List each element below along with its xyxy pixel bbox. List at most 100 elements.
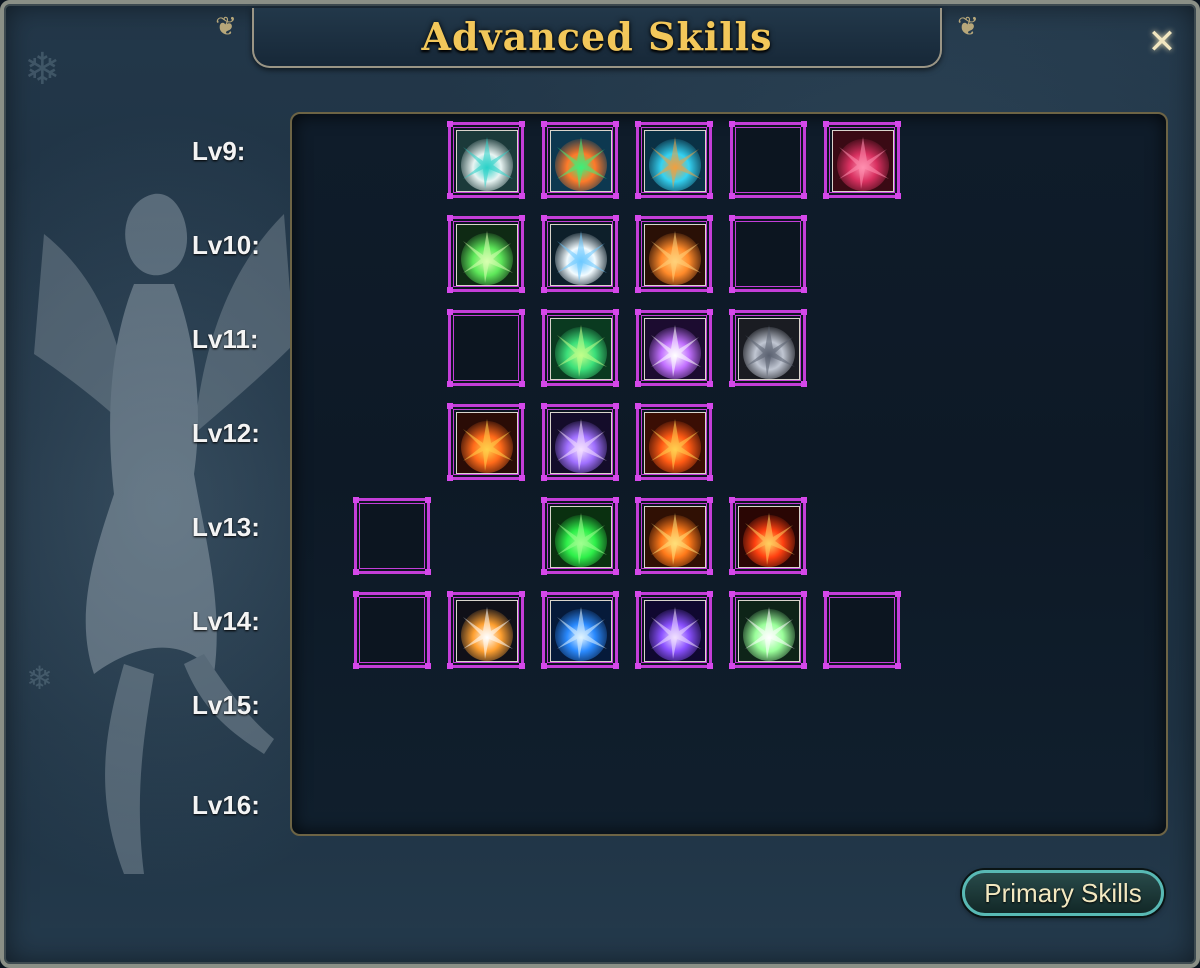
empty-skill-slot[interactable]	[353, 497, 431, 575]
slot-corner	[823, 591, 829, 597]
close-button[interactable]: ✕	[1144, 24, 1180, 60]
slot-corner	[519, 663, 525, 669]
snowflake-decoration: ❄	[24, 44, 61, 95]
blue-flash-skill-icon	[550, 600, 612, 662]
slot-corner	[895, 663, 901, 669]
slot-corner	[707, 475, 713, 481]
skill-slot[interactable]	[541, 497, 619, 575]
rainbow-burst-skill-icon	[550, 130, 612, 192]
slot-corner	[541, 475, 547, 481]
slot-corner	[707, 381, 713, 387]
skill-slot[interactable]	[823, 121, 901, 199]
level-label: Lv12:	[192, 418, 260, 448]
skill-slot[interactable]	[635, 497, 713, 575]
empty-skill-slot[interactable]	[729, 215, 807, 293]
slot-corner	[823, 663, 829, 669]
crimson-thorn-skill-icon	[832, 130, 894, 192]
skill-slot[interactable]	[541, 215, 619, 293]
slot-corner	[613, 381, 619, 387]
slot-corner	[707, 403, 713, 409]
ornament-scroll-icon: ❦	[215, 12, 237, 42]
slot-corner	[613, 663, 619, 669]
slot-corner	[353, 663, 359, 669]
empty-skill-slot[interactable]	[729, 121, 807, 199]
slot-corner	[635, 475, 641, 481]
slot-corner	[519, 215, 525, 221]
slot-corner	[707, 663, 713, 669]
skill-slot[interactable]	[447, 121, 525, 199]
slot-corner	[519, 193, 525, 199]
slot-corner	[519, 287, 525, 293]
slot-corner	[425, 497, 431, 503]
snowflake-decoration: ❄	[26, 659, 53, 697]
skill-slot[interactable]	[541, 403, 619, 481]
skill-slot[interactable]	[635, 403, 713, 481]
slot-corner	[541, 569, 547, 575]
primary-skills-button[interactable]: Primary Skills	[962, 870, 1164, 916]
slot-corner	[707, 215, 713, 221]
slot-corner	[425, 569, 431, 575]
slot-corner	[613, 287, 619, 293]
fire-swirl-skill-icon	[644, 506, 706, 568]
ornament-scroll-icon: ❦	[957, 12, 979, 42]
slot-corner	[707, 309, 713, 315]
skill-slot[interactable]	[635, 591, 713, 669]
slot-corner	[519, 403, 525, 409]
slot-corner	[613, 497, 619, 503]
slot-corner	[801, 287, 807, 293]
slot-corner	[895, 193, 901, 199]
skill-slot[interactable]	[447, 215, 525, 293]
slot-corner	[519, 381, 525, 387]
slot-corner	[541, 497, 547, 503]
skill-slot[interactable]	[729, 497, 807, 575]
slot-corner	[635, 569, 641, 575]
slot-corner	[447, 403, 453, 409]
skill-slot[interactable]	[447, 591, 525, 669]
white-orb-skill-icon	[550, 224, 612, 286]
skill-slot[interactable]	[447, 403, 525, 481]
slot-corner	[801, 193, 807, 199]
slot-corner	[707, 121, 713, 127]
slot-corner	[613, 309, 619, 315]
slot-corner	[823, 121, 829, 127]
slot-corner	[729, 121, 735, 127]
slot-corner	[353, 497, 359, 503]
empty-skill-slot[interactable]	[823, 591, 901, 669]
green-spikes-skill-icon	[456, 224, 518, 286]
slot-corner	[707, 193, 713, 199]
slot-corner	[613, 475, 619, 481]
slot-corner	[635, 121, 641, 127]
slot-corner	[635, 497, 641, 503]
skill-slot[interactable]	[729, 591, 807, 669]
slot-corner	[519, 309, 525, 315]
skill-slot[interactable]	[635, 121, 713, 199]
empty-skill-slot[interactable]	[447, 309, 525, 387]
level-label: Lv16:	[192, 790, 260, 820]
slot-corner	[635, 193, 641, 199]
lava-crack-skill-icon	[738, 506, 800, 568]
level-label: Lv14:	[192, 606, 260, 636]
level-label: Lv9:	[192, 136, 246, 166]
slot-corner	[541, 215, 547, 221]
skill-slot[interactable]	[635, 309, 713, 387]
level-label: Lv13:	[192, 512, 260, 542]
slot-corner	[541, 663, 547, 669]
scythe-skill-icon	[738, 318, 800, 380]
skill-slot[interactable]	[541, 591, 619, 669]
skill-slot[interactable]	[541, 309, 619, 387]
slot-corner	[801, 591, 807, 597]
cyan-ring-skill-icon	[644, 130, 706, 192]
advanced-skills-window: ❄ ❄ ❄ ❄ ❦ Advanced Skills ❦ ✕ Lv9:Lv10:L…	[0, 0, 1200, 968]
skill-slot[interactable]	[635, 215, 713, 293]
level-label: Lv15:	[192, 690, 260, 720]
slot-corner	[541, 309, 547, 315]
slot-corner	[895, 121, 901, 127]
slot-corner	[447, 309, 453, 315]
skill-slot[interactable]	[729, 309, 807, 387]
level-label: Lv10:	[192, 230, 260, 260]
skill-slot[interactable]	[541, 121, 619, 199]
slot-corner	[613, 215, 619, 221]
empty-skill-slot[interactable]	[353, 591, 431, 669]
slot-corner	[541, 381, 547, 387]
green-wind-skill-icon	[550, 318, 612, 380]
